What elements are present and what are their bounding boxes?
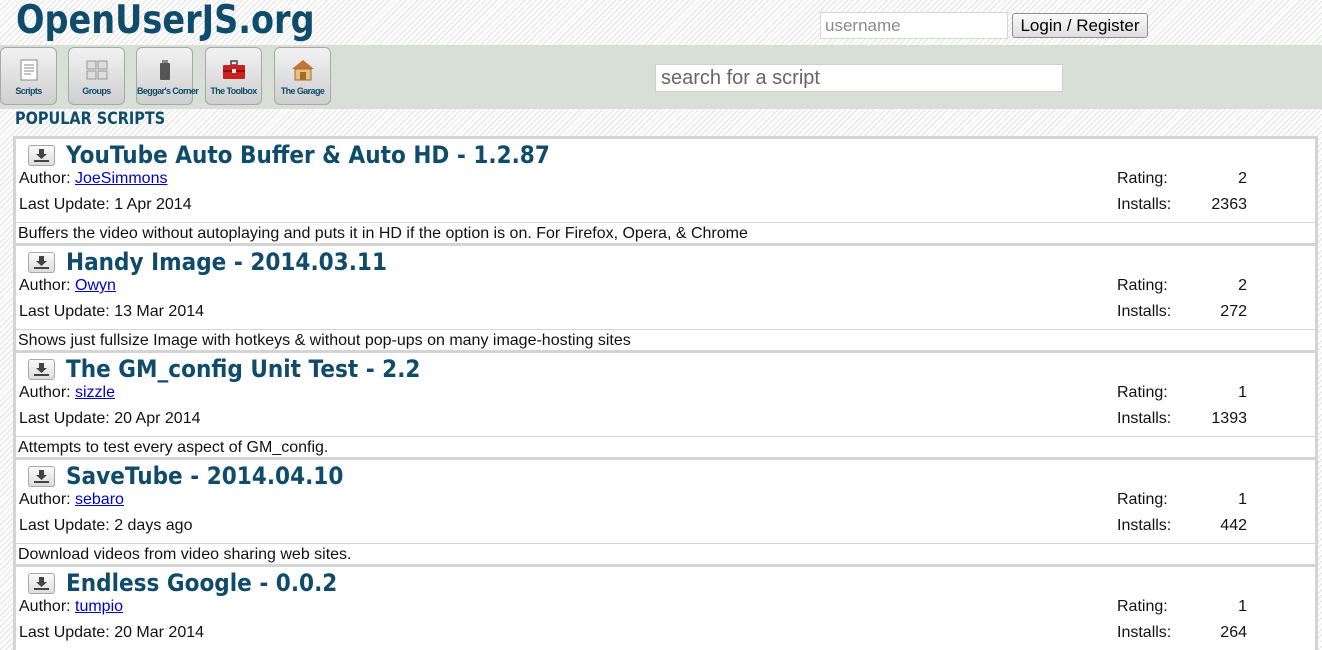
download-icon bbox=[34, 363, 49, 376]
install-button[interactable] bbox=[28, 145, 55, 166]
script-title-link[interactable]: Handy Image - 2014.03.11 bbox=[66, 248, 387, 276]
last-update-label: Last Update: bbox=[19, 196, 110, 213]
section-title: POPULAR SCRIPTS bbox=[15, 109, 166, 129]
last-update-text: Last Update: 2 days ago bbox=[19, 517, 192, 535]
last-update-text: Last Update: 1 Apr 2014 bbox=[19, 196, 192, 214]
last-update-text: Last Update: 20 Mar 2014 bbox=[19, 624, 204, 642]
installs-label: Installs: bbox=[1117, 624, 1172, 641]
rating-value: 2 bbox=[1238, 170, 1247, 187]
rating-label: Rating: bbox=[1117, 277, 1168, 294]
nav-beggars-corner-button[interactable]: Beggar's Corner bbox=[136, 47, 199, 105]
rating-value: 2 bbox=[1238, 277, 1247, 294]
script-item: The GM_config Unit Test - 2.2 Author: si… bbox=[13, 350, 1318, 457]
script-description: Download videos from video sharing web s… bbox=[16, 543, 1315, 564]
nav-toolbox-label: The Toolbox bbox=[210, 86, 257, 96]
nav-garage-label: The Garage bbox=[280, 86, 325, 96]
install-button[interactable] bbox=[28, 359, 55, 380]
download-icon bbox=[34, 577, 49, 590]
installs-label: Installs: bbox=[1117, 196, 1172, 213]
download-icon bbox=[34, 149, 49, 162]
author-label: Author: bbox=[19, 170, 71, 187]
cup-icon bbox=[160, 60, 170, 80]
installs-value: 2363 bbox=[1211, 196, 1247, 213]
nav-scripts-button[interactable]: Scripts bbox=[0, 47, 57, 105]
last-update-value: 20 Mar 2014 bbox=[114, 624, 205, 641]
document-icon bbox=[20, 59, 38, 81]
last-update-label: Last Update: bbox=[19, 410, 110, 427]
search-input[interactable] bbox=[655, 64, 1063, 92]
nav-groups-label: Groups bbox=[82, 86, 111, 96]
rating-label: Rating: bbox=[1117, 491, 1168, 508]
installs-label: Installs: bbox=[1117, 517, 1172, 534]
author-link[interactable]: tumpio bbox=[75, 598, 123, 616]
last-update-value: 20 Apr 2014 bbox=[114, 410, 201, 427]
rating-label: Rating: bbox=[1117, 598, 1168, 615]
installs-value: 1393 bbox=[1211, 410, 1247, 427]
last-update-value: 1 Apr 2014 bbox=[114, 196, 192, 213]
installs-value: 442 bbox=[1220, 517, 1247, 534]
last-update-text: Last Update: 20 Apr 2014 bbox=[19, 410, 200, 428]
nav-groups-button[interactable]: Groups bbox=[68, 47, 125, 105]
rating-value: 1 bbox=[1238, 491, 1247, 508]
script-title-link[interactable]: YouTube Auto Buffer & Auto HD - 1.2.87 bbox=[66, 141, 550, 169]
download-icon bbox=[34, 256, 49, 269]
download-icon bbox=[34, 470, 49, 483]
last-update-label: Last Update: bbox=[19, 517, 110, 534]
install-button[interactable] bbox=[28, 252, 55, 273]
script-item: SaveTube - 2014.04.10 Author: sebaro Las… bbox=[13, 457, 1318, 564]
author-link[interactable]: sebaro bbox=[75, 491, 124, 509]
house-icon bbox=[292, 60, 314, 81]
last-update-text: Last Update: 13 Mar 2014 bbox=[19, 303, 204, 321]
author-link[interactable]: Owyn bbox=[75, 277, 116, 295]
last-update-value: 13 Mar 2014 bbox=[114, 303, 205, 320]
script-title-link[interactable]: SaveTube - 2014.04.10 bbox=[66, 462, 343, 490]
script-item: Handy Image - 2014.03.11 Author: Owyn La… bbox=[13, 243, 1318, 350]
last-update-label: Last Update: bbox=[19, 624, 110, 641]
author-link[interactable]: JoeSimmons bbox=[75, 170, 167, 188]
nav-toolbox-button[interactable]: The Toolbox bbox=[205, 47, 262, 105]
author-label: Author: bbox=[19, 598, 71, 615]
rating-label: Rating: bbox=[1117, 170, 1168, 187]
author-label: Author: bbox=[19, 384, 71, 401]
username-input[interactable] bbox=[820, 12, 1008, 39]
author-label: Author: bbox=[19, 277, 71, 294]
script-item: YouTube Auto Buffer & Auto HD - 1.2.87 A… bbox=[13, 136, 1318, 243]
author-label: Author: bbox=[19, 491, 71, 508]
author-link[interactable]: sizzle bbox=[75, 384, 115, 402]
rating-value: 1 bbox=[1238, 384, 1247, 401]
installs-value: 264 bbox=[1220, 624, 1247, 641]
script-title-link[interactable]: The GM_config Unit Test - 2.2 bbox=[66, 355, 420, 383]
rating-label: Rating: bbox=[1117, 384, 1168, 401]
nav-scripts-label: Scripts bbox=[15, 86, 42, 96]
install-button[interactable] bbox=[28, 573, 55, 594]
script-description: Buffers the video without autoplaying an… bbox=[16, 222, 1315, 243]
login-register-button[interactable]: Login / Register bbox=[1012, 13, 1148, 38]
nav-bar: Scripts Groups Beggar's Corner The Toolb… bbox=[0, 45, 1322, 109]
nav-beggars-corner-label: Beggar's Corner bbox=[137, 86, 199, 96]
script-list: YouTube Auto Buffer & Auto HD - 1.2.87 A… bbox=[13, 136, 1318, 650]
installs-value: 272 bbox=[1220, 303, 1247, 320]
installs-label: Installs: bbox=[1117, 303, 1172, 320]
last-update-value: 2 days ago bbox=[114, 517, 193, 534]
toolbox-icon bbox=[223, 60, 245, 79]
nav-garage-button[interactable]: The Garage bbox=[274, 47, 331, 105]
last-update-label: Last Update: bbox=[19, 303, 110, 320]
site-logo[interactable]: OpenUserJS.org bbox=[16, 0, 315, 43]
script-description: Shows just fullsize Image with hotkeys &… bbox=[16, 329, 1315, 350]
install-button[interactable] bbox=[28, 466, 55, 487]
grid-icon bbox=[86, 60, 108, 80]
page: OpenUserJS.org Login / Register Scripts … bbox=[0, 0, 1322, 650]
rating-value: 1 bbox=[1238, 598, 1247, 615]
script-title-link[interactable]: Endless Google - 0.0.2 bbox=[66, 569, 337, 597]
installs-label: Installs: bbox=[1117, 410, 1172, 427]
script-description: Attempts to test every aspect of GM_conf… bbox=[16, 436, 1315, 457]
script-item: Endless Google - 0.0.2 Author: tumpio La… bbox=[13, 564, 1318, 650]
